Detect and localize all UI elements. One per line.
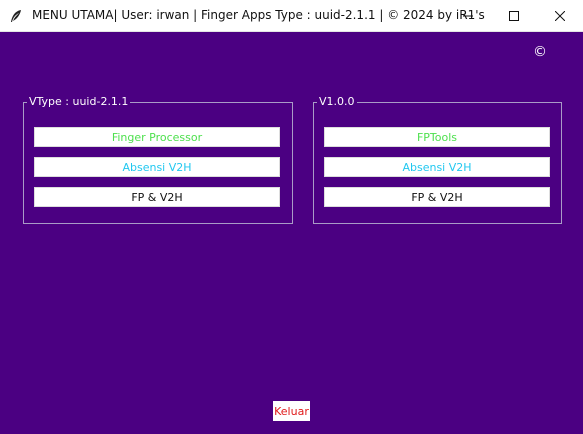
close-icon [555,10,565,21]
minimize-button[interactable] [445,0,491,31]
frame-vtype-label: VType : uuid-2.1.1 [27,95,131,108]
close-button[interactable] [537,0,583,31]
minimize-icon [463,15,473,16]
absensi-v2h-button-left[interactable]: Absensi V2H [34,157,280,177]
exit-button[interactable]: Keluar [273,401,310,421]
main-window: MENU UTAMA| User: irwan | Finger Apps Ty… [0,0,583,434]
copyright-label: © [533,44,547,60]
fptools-button[interactable]: FPTools [324,127,550,147]
frame-version-label: V1.0.0 [317,95,357,108]
fp-v2h-button-left[interactable]: FP & V2H [34,187,280,207]
title-bar[interactable]: MENU UTAMA| User: irwan | Finger Apps Ty… [0,0,583,32]
feather-icon [9,8,23,22]
absensi-v2h-button-right[interactable]: Absensi V2H [324,157,550,177]
maximize-icon [509,10,519,21]
maximize-button[interactable] [491,0,537,31]
fp-v2h-button-right[interactable]: FP & V2H [324,187,550,207]
window-title: MENU UTAMA| User: irwan | Finger Apps Ty… [32,8,485,22]
finger-processor-button[interactable]: Finger Processor [34,127,280,147]
